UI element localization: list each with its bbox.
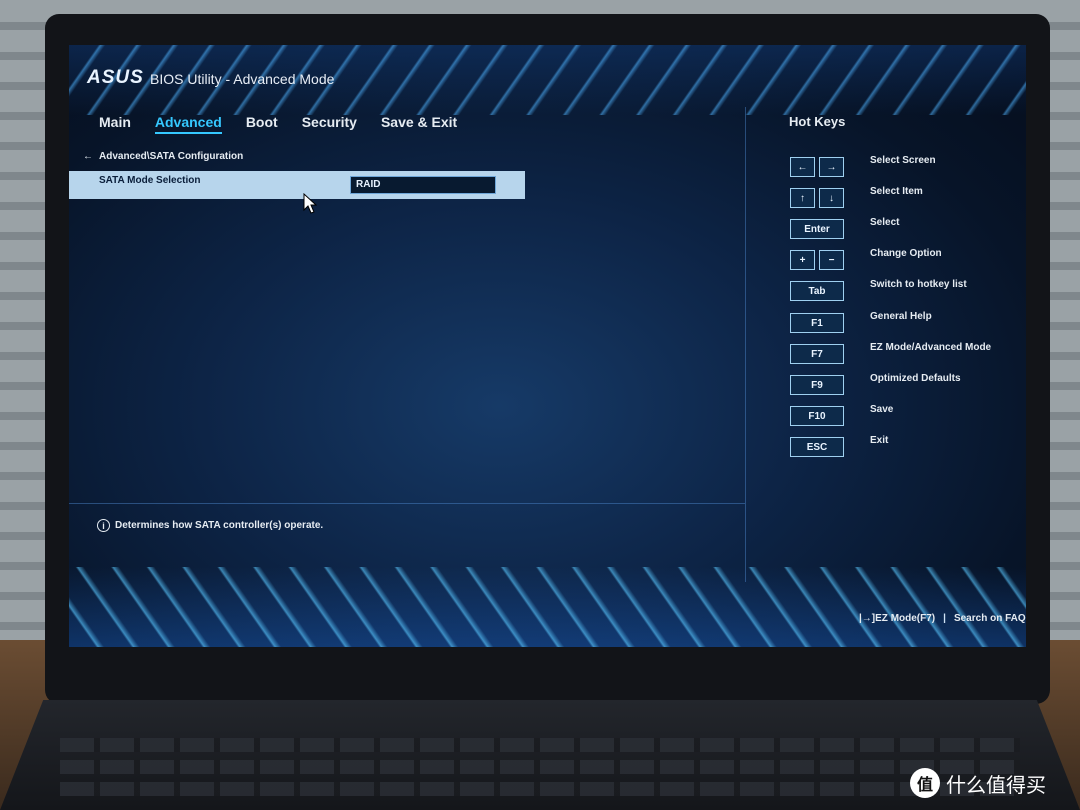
minus-key: −: [819, 250, 844, 270]
arrow-up-key: ↑: [790, 188, 815, 208]
breadcrumb-text: Advanced\SATA Configuration: [99, 151, 244, 162]
hotkey-label: Change Option: [870, 248, 942, 259]
asus-logo: ASUS: [87, 67, 144, 88]
keyboard-row: [60, 738, 1020, 752]
hotkey-change-option: + − Change Option: [790, 248, 942, 270]
hotkey-label: Select Item: [870, 186, 923, 197]
info-icon: i: [97, 519, 110, 532]
setting-label: SATA Mode Selection: [99, 175, 201, 186]
setting-row-sata-mode[interactable]: SATA Mode Selection RAID: [69, 171, 525, 199]
hotkey-select-item: ↑ ↓ Select Item: [790, 186, 923, 208]
f1-key: F1: [790, 313, 844, 333]
site-watermark: 值 什么值得买: [910, 768, 1046, 798]
footer-separator: |: [943, 613, 946, 624]
hotkey-label: Optimized Defaults: [870, 373, 961, 384]
watermark-logo-icon: 值: [910, 768, 940, 798]
tab-key: Tab: [790, 281, 844, 301]
watermark-text: 什么值得买: [946, 774, 1046, 797]
keyboard-row: [60, 782, 1020, 796]
hotkey-label: Switch to hotkey list: [870, 279, 967, 290]
hotkey-select-screen: ← → Select Screen: [790, 155, 936, 177]
footer-bar: |→] EZ Mode(F7) | Search on FAQ: [859, 613, 1026, 624]
hotkey-label: General Help: [870, 311, 932, 322]
search-faq-link[interactable]: Search on FAQ: [954, 613, 1026, 624]
hotkey-ez-mode: F7 EZ Mode/Advanced Mode: [790, 342, 991, 364]
arrow-left-key: ←: [790, 157, 815, 177]
hotkey-label: Select: [870, 217, 900, 228]
page-title: BIOS Utility - Advanced Mode: [150, 71, 335, 87]
decorative-light-streaks: [69, 567, 1026, 647]
f9-key: F9: [790, 375, 844, 395]
hotkey-exit: ESC Exit: [790, 435, 888, 457]
ez-mode-button[interactable]: EZ Mode(F7): [875, 613, 935, 624]
hotkey-tab: Tab Switch to hotkey list: [790, 279, 967, 301]
help-text: Determines how SATA controller(s) operat…: [115, 520, 324, 531]
keyboard-row: [60, 760, 1020, 774]
tab-advanced[interactable]: Advanced: [154, 114, 222, 134]
hotkeys-title: Hot Keys: [789, 114, 846, 129]
hotkey-label: Save: [870, 404, 894, 415]
f7-key: F7: [790, 344, 844, 364]
hotkey-label: Exit: [870, 435, 889, 446]
plus-key: +: [790, 250, 815, 270]
hotkey-label: EZ Mode/Advanced Mode: [870, 342, 992, 353]
breadcrumb[interactable]: ← Advanced\SATA Configuration: [83, 151, 243, 162]
hotkey-label: Select Screen: [870, 155, 936, 166]
esc-key: ESC: [790, 437, 844, 457]
enter-key: Enter: [790, 219, 844, 239]
arrow-down-key: ↓: [819, 188, 844, 208]
hotkey-save: F10 Save: [790, 404, 893, 426]
ez-mode-icon[interactable]: |→]: [859, 613, 875, 624]
hotkey-general-help: F1 General Help: [790, 311, 932, 333]
arrow-right-key: →: [819, 157, 844, 177]
hotkey-optimized-defaults: F9 Optimized Defaults: [790, 373, 961, 395]
divider: [745, 107, 746, 582]
bios-screen: ASUS BIOS Utility - Advanced Mode Main A…: [69, 45, 1026, 647]
help-line: i Determines how SATA controller(s) oper…: [97, 519, 323, 532]
mouse-cursor-icon: [303, 193, 317, 214]
divider: [69, 503, 745, 504]
back-arrow-icon[interactable]: ←: [83, 151, 93, 162]
tab-security[interactable]: Security: [302, 114, 357, 134]
tab-bar: Main Advanced Boot Security Save & Exit: [99, 114, 481, 134]
tab-boot[interactable]: Boot: [246, 114, 278, 134]
f10-key: F10: [790, 406, 844, 426]
tab-main[interactable]: Main: [99, 114, 131, 134]
hotkey-select: Enter Select: [790, 217, 899, 239]
tab-save-exit[interactable]: Save & Exit: [381, 114, 457, 134]
sata-mode-select[interactable]: RAID: [350, 176, 496, 194]
